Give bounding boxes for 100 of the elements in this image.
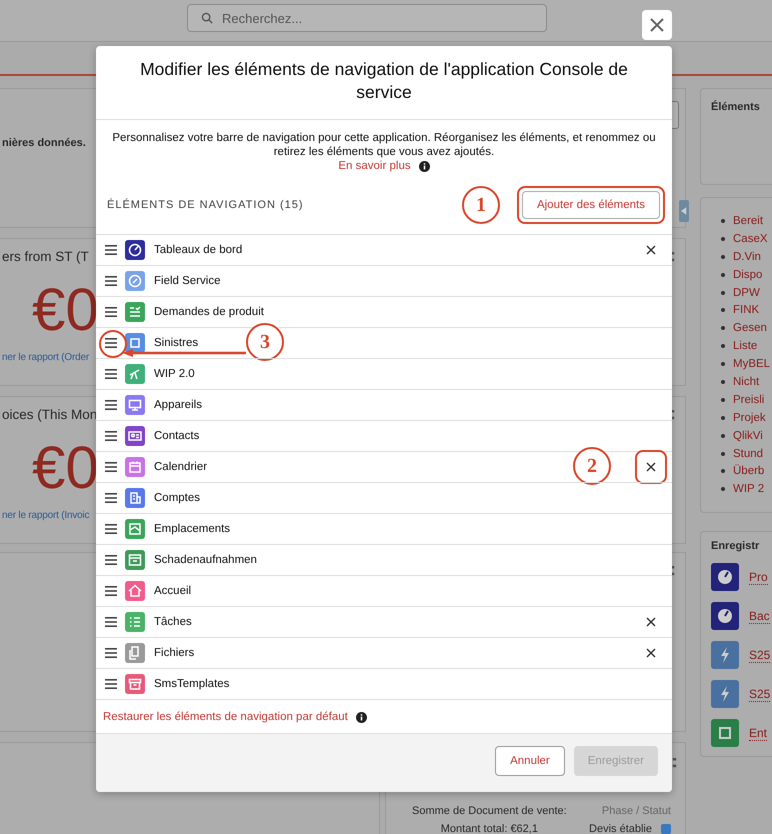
record-link[interactable]: S25 xyxy=(749,648,770,662)
drag-handle-icon[interactable] xyxy=(105,493,117,503)
drag-handle-icon[interactable] xyxy=(105,338,117,348)
panel-link[interactable]: CaseX xyxy=(733,232,768,245)
learn-more-link[interactable]: En savoir plus xyxy=(338,160,411,172)
bullet-icon xyxy=(721,254,725,259)
nav-item-label[interactable]: Appareils xyxy=(154,399,202,411)
restore-defaults-link[interactable]: Restaurer les éléments de navigation par défaut xyxy=(103,711,348,723)
description-text: Personnalisez votre barre de navigation pour cette application. Réorganisez les éléments, et renommez ou retirez les éléments que vous avez ajoutés. xyxy=(111,132,657,159)
drag-handle-icon[interactable] xyxy=(105,400,117,410)
record-link[interactable]: Ent xyxy=(749,726,768,740)
panel-link[interactable]: Bereit xyxy=(733,214,764,227)
drag-handle-icon[interactable] xyxy=(105,555,117,565)
callout-number: 2 xyxy=(573,447,611,485)
drag-handle-icon[interactable] xyxy=(105,679,117,689)
cancel-button[interactable]: Annuler xyxy=(495,746,565,776)
drag-handle-icon[interactable] xyxy=(105,431,117,441)
drag-handle-icon[interactable] xyxy=(105,276,117,286)
panel-title: Enregistr xyxy=(711,540,760,552)
summary-total: Montant total: €62,1 xyxy=(440,823,538,834)
close-icon xyxy=(649,17,665,33)
panel-link[interactable]: Projek xyxy=(733,412,766,424)
panel-link[interactable]: MyBEL xyxy=(733,358,770,370)
record-link[interactable]: Pro xyxy=(749,570,768,584)
bullet-icon xyxy=(721,272,725,277)
drag-handle-icon[interactable] xyxy=(105,586,117,596)
bullet-icon xyxy=(721,290,725,294)
nav-item-label[interactable]: Schadenaufnahmen xyxy=(154,554,257,566)
info-icon[interactable] xyxy=(356,712,367,722)
bullet-icon xyxy=(721,326,725,330)
info-icon[interactable] xyxy=(418,160,430,172)
drag-handle-icon[interactable] xyxy=(105,307,117,317)
drag-handle-icon[interactable] xyxy=(105,617,117,627)
nav-item-label[interactable]: Field Service xyxy=(154,275,220,287)
report-link[interactable]: ner le rapport (Order xyxy=(2,352,89,363)
bullet-icon xyxy=(721,308,725,312)
legend-title: Phase / Statut xyxy=(602,805,671,817)
report-amount: €0 xyxy=(32,438,99,498)
panel-link[interactable]: Stund xyxy=(733,448,764,460)
record-link[interactable]: Bac xyxy=(749,608,770,624)
panel-link[interactable]: Gesen xyxy=(733,322,767,334)
search-icon xyxy=(201,12,213,24)
panel-link[interactable]: FINK xyxy=(733,304,760,316)
nav-item-label[interactable]: Accueil xyxy=(154,585,192,597)
report-amount: €0 xyxy=(32,280,99,340)
report-title: oices (This Mon xyxy=(2,407,98,422)
nav-item-label[interactable]: Demandes de produit xyxy=(154,306,264,318)
highlight-box xyxy=(635,450,667,484)
nav-item-label[interactable]: Tableaux de bord xyxy=(154,244,242,256)
panel-link[interactable]: Überb xyxy=(733,465,764,478)
bullet-icon xyxy=(721,452,725,456)
report-link[interactable]: ner le rapport (Invoic xyxy=(2,510,90,521)
remove-icon[interactable] xyxy=(646,617,656,627)
panel-link[interactable]: Liste xyxy=(733,340,758,352)
bullet-icon xyxy=(721,236,725,241)
nav-item-label[interactable]: Tâches xyxy=(154,616,192,628)
drag-handle-icon[interactable] xyxy=(105,648,117,658)
panel-link[interactable]: Dispo xyxy=(733,268,762,281)
bullet-icon xyxy=(721,434,725,438)
bullet-icon xyxy=(721,487,725,492)
more-icon[interactable] xyxy=(672,757,677,769)
bullet-icon xyxy=(721,469,725,474)
nav-item-label[interactable]: Contacts xyxy=(154,430,200,442)
nav-item-label[interactable]: SmsTemplates xyxy=(154,678,230,690)
panel-link[interactable]: Preisli xyxy=(733,394,764,406)
bullet-icon xyxy=(721,218,725,223)
nav-item-label[interactable]: Comptes xyxy=(154,492,200,504)
callout-number: 3 xyxy=(246,323,284,361)
panel-link[interactable]: D.Vin xyxy=(733,250,761,263)
bullet-icon xyxy=(721,362,725,366)
nav-item-label[interactable]: Emplacements xyxy=(154,523,230,535)
nav-item-label[interactable]: Fichiers xyxy=(154,647,194,659)
panel-link[interactable]: QlikVi xyxy=(733,430,763,442)
remove-icon[interactable] xyxy=(646,648,656,658)
panel-link[interactable]: DPW xyxy=(733,286,760,298)
bullet-icon xyxy=(721,344,725,348)
drag-handle-icon[interactable] xyxy=(105,245,117,255)
search-field[interactable]: Recherchez... xyxy=(187,4,547,32)
close-button[interactable] xyxy=(642,10,672,40)
drag-handle-icon[interactable] xyxy=(105,524,117,534)
record-link[interactable]: S25 xyxy=(749,686,770,702)
bullet-icon xyxy=(721,380,725,384)
drag-handle-icon[interactable] xyxy=(105,369,117,379)
remove-icon[interactable] xyxy=(646,245,656,255)
notice-text: nières données. xyxy=(2,137,86,149)
nav-item-label[interactable]: Sinistres xyxy=(154,337,198,349)
nav-item-label[interactable]: WIP 2.0 xyxy=(154,368,195,380)
remove-icon[interactable] xyxy=(646,462,656,472)
panel-title: Éléments xyxy=(711,101,760,113)
summary-label: Somme de Document de vente: xyxy=(412,805,567,817)
bullet-icon xyxy=(721,416,725,420)
legend-label: Devis établie xyxy=(589,823,652,834)
drag-handle-icon[interactable] xyxy=(105,462,117,472)
nav-item-label[interactable]: Calendrier xyxy=(154,461,208,473)
panel-link[interactable]: Nicht xyxy=(733,376,760,388)
add-items-button[interactable]: Ajouter des éléments xyxy=(522,191,660,219)
report-title: ers from ST (T xyxy=(2,249,89,264)
section-label: ÉLÉMENTS DE NAVIGATION (15) xyxy=(107,199,304,211)
panel-link[interactable]: WIP 2 xyxy=(733,483,764,496)
modal-title: Modifier les éléments de navigation de l'application Console de service xyxy=(139,58,629,104)
